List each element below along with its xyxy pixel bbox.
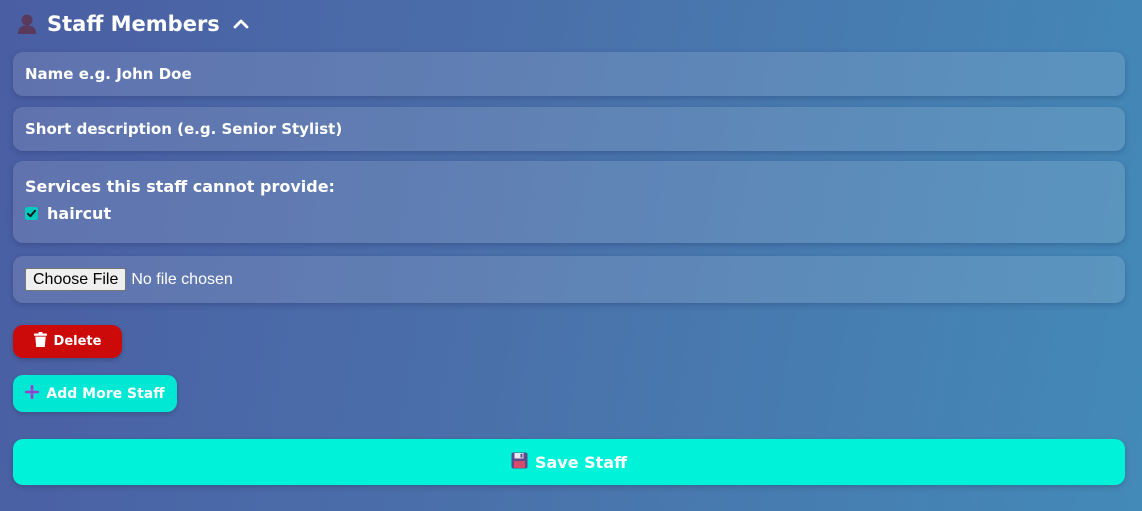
services-exclusion-group: Services this staff cannot provide: hair…	[13, 161, 1125, 243]
description-input[interactable]: Short description (e.g. Senior Stylist)	[13, 107, 1125, 151]
service-option-haircut[interactable]: haircut	[25, 204, 1113, 223]
delete-label: Delete	[53, 334, 102, 349]
name-placeholder: Name e.g. John Doe	[25, 65, 192, 83]
chevron-up-icon[interactable]	[232, 15, 250, 33]
file-status: No file chosen	[131, 270, 233, 288]
haircut-checkbox[interactable]	[25, 207, 38, 220]
plus-icon	[25, 384, 40, 403]
floppy-disk-icon	[511, 452, 528, 473]
choose-file-button[interactable]: Choose File	[25, 268, 127, 291]
add-staff-label: Add More Staff	[46, 385, 165, 402]
trash-icon	[33, 332, 47, 351]
description-placeholder: Short description (e.g. Senior Stylist)	[25, 120, 343, 138]
save-staff-button[interactable]: Save Staff	[13, 439, 1125, 485]
add-staff-button[interactable]: Add More Staff	[13, 375, 177, 412]
service-label: haircut	[47, 204, 112, 223]
photo-file-input[interactable]: Choose File No file chosen	[13, 256, 1125, 303]
person-icon	[17, 13, 37, 35]
section-title: Staff Members	[47, 12, 220, 36]
delete-button[interactable]: Delete	[13, 325, 122, 358]
section-header[interactable]: Staff Members	[17, 10, 250, 38]
save-staff-label: Save Staff	[534, 452, 628, 472]
services-label: Services this staff cannot provide:	[25, 177, 335, 196]
name-input[interactable]: Name e.g. John Doe	[13, 52, 1125, 96]
